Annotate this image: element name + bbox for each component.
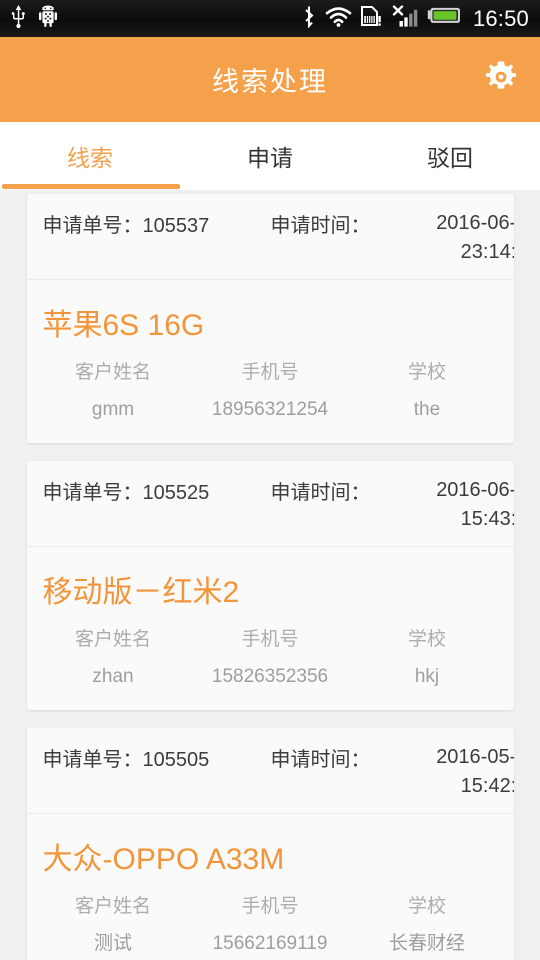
settings-button[interactable] [476,55,526,105]
column-phone-value: 18956321254 [211,399,329,420]
column-school-label: 学校 [407,896,446,918]
order-no-label: 申请单号： [42,215,143,237]
card-columns: 客户姓名 gmm 手机号 18956321254 学校 the [27,348,514,443]
column-customer: 客户姓名 gmm [35,354,192,427]
product-title: 移动版－红米2 [42,576,240,610]
order-no-label: 申请单号： [42,482,143,505]
wifi-icon [325,6,352,32]
card-header: 申请单号：105525 申请时间： 2016-06-13 15:43:22 [26,461,514,548]
android-robot-icon [39,5,57,32]
column-customer: 客户姓名 zhan [35,621,192,694]
column-customer-label: 客户姓名 [74,896,151,918]
clue-card[interactable]: 申请单号：105537 申请时间： 2016-06-29 23:14:27 苹果… [26,194,514,444]
page-title: 线索处理 [212,67,328,97]
product-title: 大众-OPPO A33M [42,843,285,877]
status-bar-right-icons: 16:50 [302,4,529,33]
usb-icon [11,4,26,33]
column-phone: 手机号 15662169119 [192,888,349,960]
tab-rejected[interactable]: 驳回 [360,122,540,190]
order-no-value: 105505 [142,749,210,772]
status-bar: 16:50 [0,0,540,37]
product-title: 苹果6S 16G [42,309,205,342]
column-customer-label: 客户姓名 [74,362,151,383]
apply-time-value: 2016-05-13 15:42:10 [436,746,513,798]
clue-card-list[interactable]: 申请单号：105537 申请时间： 2016-06-29 23:14:27 苹果… [0,190,540,960]
tab-clues-label: 线索 [67,145,113,171]
column-phone: 手机号 15826352356 [192,621,349,694]
column-school-label: 学校 [407,362,446,383]
column-school: 学校 长春财经 [349,888,506,960]
apply-time-group: 申请时间： 2016-06-13 15:43:22 [271,476,514,534]
apply-time-value: 2016-06-13 15:43:22 [436,479,513,531]
column-phone-label: 手机号 [241,362,299,383]
column-customer: 客户姓名 测试 [35,888,192,960]
cellular-signal-no-service-icon [391,4,418,33]
order-no-value: 105525 [142,482,210,505]
column-customer-label: 客户姓名 [74,629,151,651]
column-customer-value: gmm [91,399,135,420]
column-school: 学校 hkj [349,621,506,694]
sim-card-alert-icon [360,5,382,33]
column-phone-value: 15826352356 [211,666,329,688]
apply-time-group: 申请时间： 2016-05-13 15:42:10 [271,743,514,801]
column-phone-value: 15662169119 [212,933,328,955]
order-no-group: 申请单号：105505 [43,743,271,801]
status-bar-clock: 16:50 [472,5,529,31]
column-school: 学校 the [349,354,506,427]
app-header: 线索处理 [0,37,540,122]
tab-active-indicator [2,184,180,189]
status-bar-left-icons [11,4,57,33]
tab-rejected-label: 驳回 [427,145,473,171]
tab-applications[interactable]: 申请 [180,122,360,190]
card-columns: 客户姓名 zhan 手机号 15826352356 学校 hkj [27,615,514,710]
clue-card[interactable]: 申请单号：105525 申请时间： 2016-06-13 15:43:22 移动… [26,461,514,711]
card-columns: 客户姓名 测试 手机号 15662169119 学校 长春财经 [27,882,514,960]
column-school-value: hkj [414,666,440,688]
apply-time-value: 2016-06-29 23:14:27 [436,212,513,263]
clue-card[interactable]: 申请单号：105505 申请时间： 2016-05-13 15:42:10 大众… [26,728,514,960]
apply-time-group: 申请时间： 2016-06-29 23:14:27 [271,209,514,267]
tab-bar: 线索 申请 驳回 [0,122,540,190]
order-no-group: 申请单号：105525 [43,476,271,534]
column-customer-value: 测试 [93,933,132,955]
column-phone-label: 手机号 [241,896,299,918]
tab-applications-label: 申请 [247,145,293,171]
apply-time-label: 申请时间： [270,482,371,505]
column-customer-value: zhan [92,666,134,688]
column-school-value: the [413,399,441,420]
column-phone: 手机号 18956321254 [192,354,349,427]
column-phone-label: 手机号 [241,629,299,651]
column-school-label: 学校 [407,629,446,651]
order-no-group: 申请单号：105537 [43,209,271,267]
apply-time-label: 申请时间： [270,215,371,237]
column-school-value: 长春财经 [388,933,465,955]
tab-clues[interactable]: 线索 [0,122,180,190]
bluetooth-icon [302,5,316,33]
gear-icon [485,61,517,98]
battery-icon [427,7,461,30]
card-header: 申请单号：105537 申请时间： 2016-06-29 23:14:27 [26,194,514,280]
order-no-label: 申请单号： [42,749,143,772]
order-no-value: 105537 [142,215,210,237]
apply-time-label: 申请时间： [270,749,371,772]
card-header: 申请单号：105505 申请时间： 2016-05-13 15:42:10 [26,728,514,815]
